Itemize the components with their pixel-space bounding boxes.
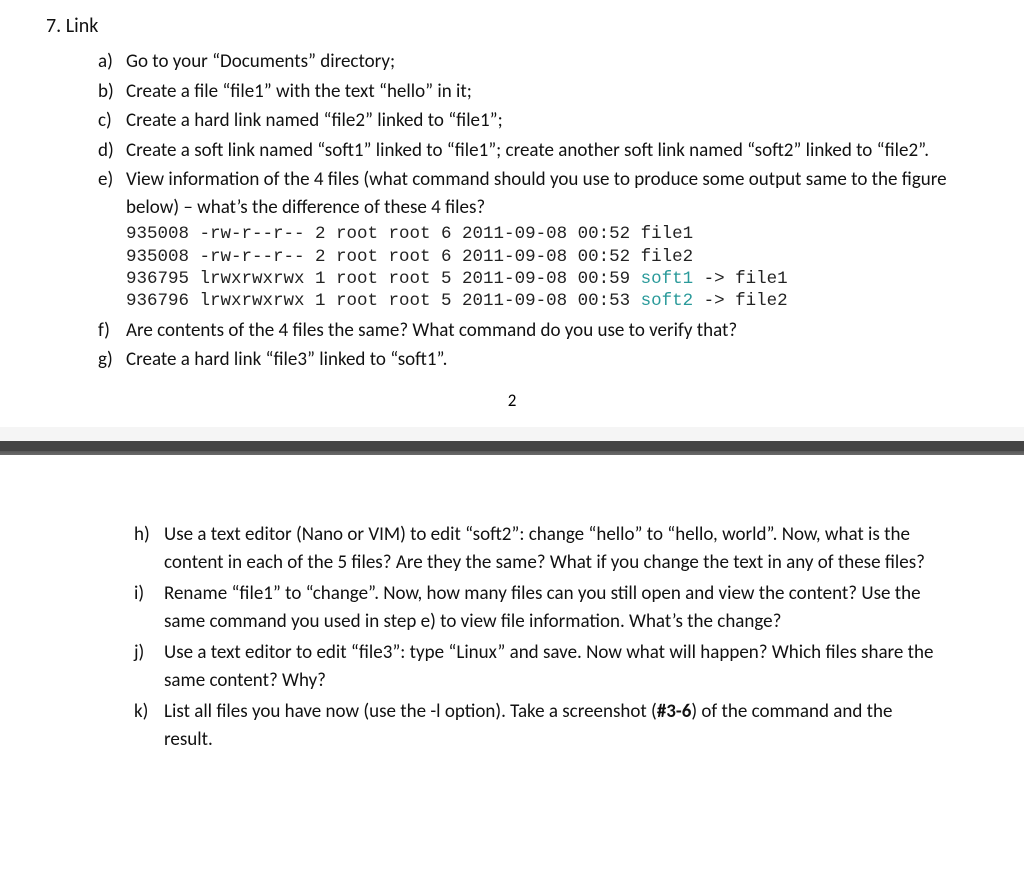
- list-marker: f): [98, 317, 126, 345]
- list-item: i) Rename “file1” to “change”. Now, how …: [134, 580, 934, 637]
- list-marker: e): [98, 166, 126, 194]
- terminal-output: 935008 -rw-r--r-- 2 root root 6 2011-09-…: [126, 221, 974, 317]
- terminal-line-part: 936796 lrwxrwxrwx 1 root root 5 2011-09-…: [126, 291, 641, 311]
- list-body: Rename “file1” to “change”. Now, how man…: [164, 580, 934, 637]
- terminal-line: 935008 -rw-r--r-- 2 root root 6 2011-09-…: [126, 224, 693, 244]
- item-k-pre: List all files you have now (use the -l …: [164, 700, 657, 723]
- symlink-name: soft1: [641, 269, 694, 289]
- list-body: List all files you have now (use the -l …: [164, 698, 934, 755]
- page-gap-divider: [0, 427, 1024, 467]
- list-marker: i): [134, 580, 164, 609]
- list-item: b) Create a file “file1” with the text “…: [98, 78, 974, 106]
- terminal-line-part: -> file1: [693, 269, 788, 289]
- terminal-lines: 935008 -rw-r--r-- 2 root root 6 2011-09-…: [126, 221, 974, 317]
- list-body: Create a hard link “file3” linked to “so…: [126, 346, 974, 374]
- document-page: 7. Link a) Go to your “Documents” direct…: [0, 0, 1024, 777]
- list-item: h) Use a text editor (Nano or VIM) to ed…: [134, 521, 934, 578]
- list-marker: a): [98, 48, 126, 76]
- list-item: f) Are contents of the 4 files the same?…: [98, 317, 974, 345]
- terminal-line-part: -> file2: [693, 291, 788, 311]
- list-item: e) View information of the 4 files (what…: [98, 166, 974, 221]
- list-body: Are contents of the 4 files the same? Wh…: [126, 317, 974, 345]
- list-marker: b): [98, 78, 126, 106]
- list-marker: k): [134, 698, 164, 727]
- list-body: Use a text editor to edit “file3”: type …: [164, 639, 934, 696]
- list-marker: j): [134, 639, 164, 668]
- terminal-line-part: 936795 lrwxrwxrwx 1 root root 5 2011-09-…: [126, 269, 641, 289]
- heading-title: Link: [66, 14, 99, 38]
- list-marker: g): [98, 346, 126, 374]
- list-item: k) List all files you have now (use the …: [134, 698, 934, 755]
- list-marker: h): [134, 521, 164, 550]
- terminal-output-row: 935008 -rw-r--r-- 2 root root 6 2011-09-…: [98, 221, 974, 317]
- terminal-line: 935008 -rw-r--r-- 2 root root 6 2011-09-…: [126, 247, 693, 267]
- list-body: Create a file “file1” with the text “hel…: [126, 78, 974, 106]
- list-marker: c): [98, 107, 126, 135]
- list-body: Use a text editor (Nano or VIM) to edit …: [164, 521, 934, 578]
- list-item: g) Create a hard link “file3” linked to …: [98, 346, 974, 374]
- list-item: j) Use a text editor to edit “file3”: ty…: [134, 639, 934, 696]
- section-heading: 7. Link: [0, 0, 1024, 48]
- list-body: View information of the 4 files (what co…: [126, 166, 974, 221]
- heading-number: 7.: [46, 14, 61, 38]
- item-k-bold: #3-6: [657, 700, 692, 723]
- list-body: Create a soft link named “soft1” linked …: [126, 137, 974, 165]
- list-marker: d): [98, 137, 126, 165]
- symlink-name: soft2: [641, 291, 694, 311]
- list-body: Create a hard link named “file2” linked …: [126, 107, 974, 135]
- list-item: a) Go to your “Documents” directory;: [98, 48, 974, 76]
- page-number: 2: [0, 376, 1024, 427]
- list-item: c) Create a hard link named “file2” link…: [98, 107, 974, 135]
- list-body: Go to your “Documents” directory;: [126, 48, 974, 76]
- ordered-list-part1: a) Go to your “Documents” directory; b) …: [0, 48, 1024, 374]
- list-item: d) Create a soft link named “soft1” link…: [98, 137, 974, 165]
- ordered-list-part2: h) Use a text editor (Nano or VIM) to ed…: [0, 521, 1024, 777]
